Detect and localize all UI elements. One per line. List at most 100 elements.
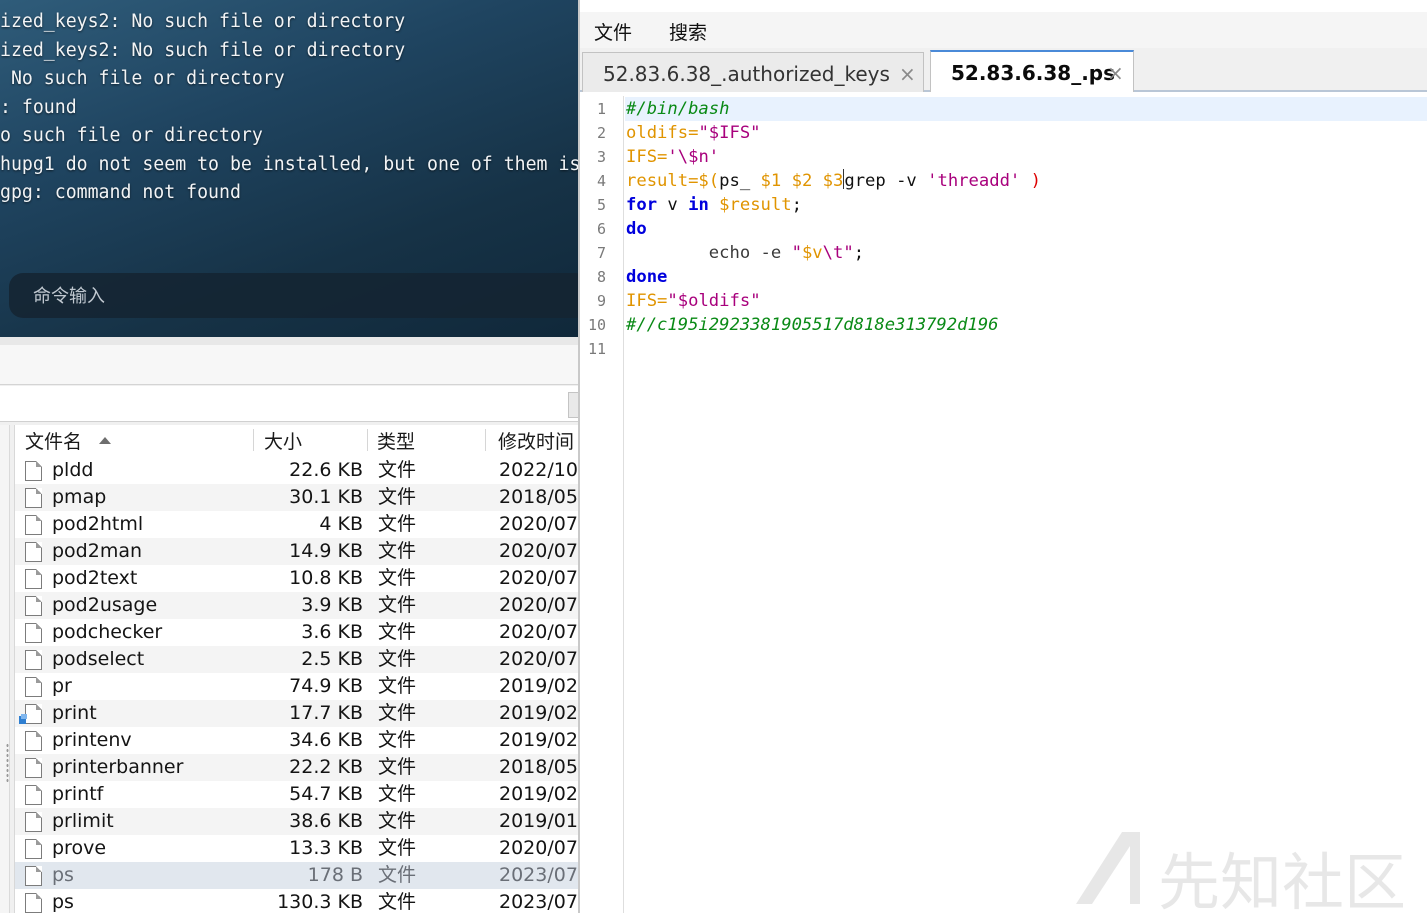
close-icon[interactable]: × bbox=[899, 62, 916, 86]
file-modified: 2023/07 bbox=[499, 864, 578, 886]
tab-ps[interactable]: 52.83.6.38_.ps × bbox=[930, 50, 1134, 92]
file-size: 178 B bbox=[307, 864, 363, 886]
menu-file[interactable]: 文件 bbox=[594, 18, 632, 45]
file-name: pod2usage bbox=[52, 594, 158, 616]
file-size: 30.1 KB bbox=[289, 486, 363, 508]
code-token: \t" bbox=[822, 243, 854, 263]
command-input[interactable] bbox=[33, 283, 533, 309]
file-type: 文件 bbox=[378, 891, 417, 913]
table-row[interactable]: pod2man 14.9 KB 文件 2020/07 bbox=[15, 538, 578, 565]
file-size: 4 KB bbox=[319, 513, 363, 535]
file-modified: 2019/02 bbox=[499, 675, 578, 697]
file-list[interactable]: 文件名 大小 类型 修改时间 pldd 22.6 KB 文件 2022/10 pmap 3… bbox=[14, 425, 578, 913]
file-size: 38.6 KB bbox=[289, 810, 363, 832]
tab-authorized-keys[interactable]: 52.83.6.38_.authorized_keys × bbox=[582, 52, 924, 92]
code-line-8: done bbox=[626, 265, 667, 289]
file-size: 3.9 KB bbox=[301, 594, 363, 616]
menu-search[interactable]: 搜索 bbox=[669, 18, 707, 45]
file-type: 文件 bbox=[378, 675, 417, 697]
file-icon bbox=[25, 731, 42, 751]
code-token: ) bbox=[1020, 171, 1041, 191]
file-modified: 2020/07 bbox=[499, 837, 578, 859]
table-row[interactable]: pldd 22.6 KB 文件 2022/10 bbox=[15, 457, 578, 484]
file-name: printerbanner bbox=[52, 756, 184, 778]
file-type: 文件 bbox=[378, 783, 417, 805]
file-toolbar bbox=[0, 345, 578, 385]
tab-label: 52.83.6.38_.ps bbox=[951, 61, 1116, 85]
terminal-line: ized_keys2: No such file or directory bbox=[0, 40, 406, 61]
line-number: 3 bbox=[596, 148, 606, 166]
code-line-1: #/bin/bash bbox=[626, 97, 729, 121]
table-row[interactable]: ps 130.3 KB 文件 2023/07 bbox=[15, 889, 578, 913]
file-name: pod2html bbox=[52, 513, 144, 535]
file-type: 文件 bbox=[378, 810, 417, 832]
file-manager-panel: 文件名 大小 类型 修改时间 pldd 22.6 KB 文件 2022/10 pmap 3… bbox=[0, 337, 580, 913]
file-name: ps bbox=[52, 864, 74, 886]
code-token: "$IFS" bbox=[698, 123, 761, 143]
column-separator[interactable] bbox=[485, 429, 486, 451]
code-token: in bbox=[688, 195, 709, 215]
file-modified: 2018/05 bbox=[499, 756, 578, 778]
path-bar[interactable] bbox=[0, 386, 580, 422]
table-row[interactable]: pod2usage 3.9 KB 文件 2020/07 bbox=[15, 592, 578, 619]
file-name: printenv bbox=[52, 729, 132, 751]
code-token: $result bbox=[719, 195, 792, 215]
code-line-5: for v in $result; bbox=[626, 193, 802, 217]
file-name: prove bbox=[52, 837, 107, 859]
table-row[interactable]: pod2text 10.8 KB 文件 2020/07 bbox=[15, 565, 578, 592]
code-line-3: IFS='\$n' bbox=[626, 145, 719, 169]
file-size: 10.8 KB bbox=[289, 567, 363, 589]
file-size: 17.7 KB bbox=[289, 702, 363, 724]
table-row[interactable]: podchecker 3.6 KB 文件 2020/07 bbox=[15, 619, 578, 646]
editor-title-bar bbox=[580, 0, 1427, 12]
file-icon bbox=[25, 839, 42, 859]
table-row[interactable]: print 17.7 KB 文件 2019/02 bbox=[15, 700, 578, 727]
code-line-7: echo -e "$v\t"; bbox=[626, 241, 864, 265]
column-header-name[interactable]: 文件名 bbox=[25, 425, 82, 457]
table-row[interactable]: prlimit 38.6 KB 文件 2019/01 bbox=[15, 808, 578, 835]
column-header-type[interactable]: 类型 bbox=[377, 425, 415, 457]
terminal-panel: ized_keys2: No such file or directory iz… bbox=[0, 0, 578, 337]
line-number: 7 bbox=[596, 244, 606, 262]
code-token: 'threadd' bbox=[927, 171, 1021, 191]
table-row[interactable]: ps 178 B 文件 2023/07 bbox=[15, 862, 578, 889]
code-token: #//c195i2923381905517d818e313792d196 bbox=[626, 315, 999, 335]
watermark-logo-icon bbox=[1076, 832, 1140, 904]
terminal-line: hupg1 do not seem to be installed, but o… bbox=[0, 154, 578, 175]
command-input-box[interactable] bbox=[9, 273, 578, 318]
column-header-modified[interactable]: 修改时间 bbox=[498, 425, 574, 457]
file-size: 54.7 KB bbox=[289, 783, 363, 805]
code-editor[interactable]: 1 2 3 4 5 6 7 8 9 10 11 #/bin/bash oldifs="$IFS" I… bbox=[580, 96, 1427, 913]
column-header-size[interactable]: 大小 bbox=[264, 425, 302, 457]
file-type: 文件 bbox=[378, 648, 417, 670]
column-separator[interactable] bbox=[367, 429, 368, 451]
code-token: " bbox=[791, 243, 802, 263]
table-row[interactable]: prove 13.3 KB 文件 2020/07 bbox=[15, 835, 578, 862]
file-icon bbox=[25, 893, 42, 913]
resize-grip-icon[interactable] bbox=[6, 743, 9, 783]
table-row[interactable]: pmap 30.1 KB 文件 2018/05 bbox=[15, 484, 578, 511]
file-icon bbox=[25, 542, 42, 562]
file-modified: 2018/05 bbox=[499, 486, 578, 508]
file-name: ps bbox=[52, 891, 74, 913]
table-row[interactable]: printf 54.7 KB 文件 2019/02 bbox=[15, 781, 578, 808]
table-row[interactable]: pr 74.9 KB 文件 2019/02 bbox=[15, 673, 578, 700]
table-row[interactable]: printenv 34.6 KB 文件 2019/02 bbox=[15, 727, 578, 754]
code-line-4: result=$(ps_ $1 $2 $3grep -v 'threadd' ) bbox=[626, 169, 1041, 193]
file-modified: 2020/07 bbox=[499, 513, 578, 535]
table-row[interactable]: podselect 2.5 KB 文件 2020/07 bbox=[15, 646, 578, 673]
file-icon bbox=[25, 488, 42, 508]
code-token: ; bbox=[853, 243, 865, 263]
file-type: 文件 bbox=[378, 540, 417, 562]
directory-tree[interactable] bbox=[0, 425, 10, 913]
table-row[interactable]: printerbanner 22.2 KB 文件 2018/05 bbox=[15, 754, 578, 781]
column-separator[interactable] bbox=[253, 429, 254, 451]
file-type: 文件 bbox=[378, 621, 417, 643]
close-icon[interactable]: × bbox=[1107, 61, 1124, 85]
terminal-line: No such file or directory bbox=[0, 68, 285, 89]
table-row[interactable]: pod2html 4 KB 文件 2020/07 bbox=[15, 511, 578, 538]
file-name: pr bbox=[52, 675, 72, 697]
watermark-text: 先知社区 bbox=[1158, 846, 1407, 913]
file-modified: 2020/07 bbox=[499, 567, 578, 589]
terminal-line: gpg: command not found bbox=[0, 182, 241, 203]
